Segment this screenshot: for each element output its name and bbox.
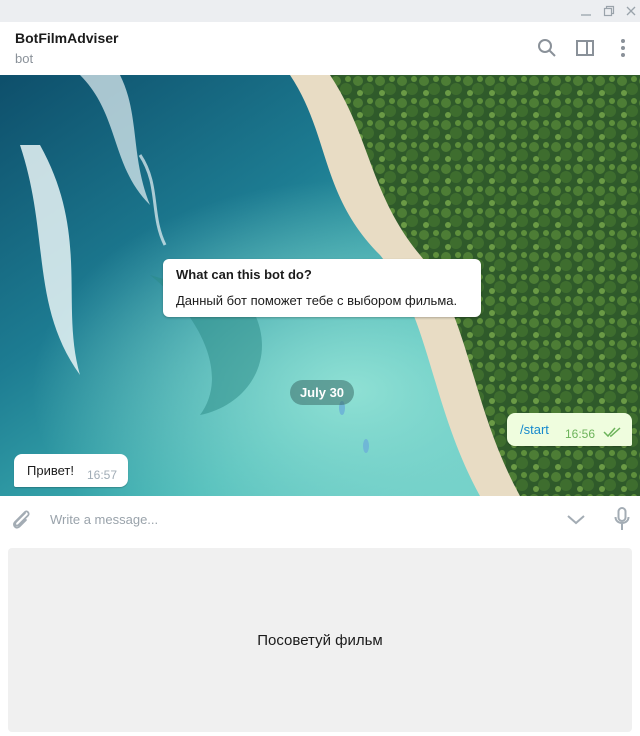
outgoing-message[interactable]: /start 16:56 xyxy=(507,413,632,446)
message-text[interactable]: Привет! xyxy=(27,463,74,478)
message-time: 16:57 xyxy=(87,468,118,482)
bot-description-title: What can this bot do? xyxy=(176,267,312,282)
chevron-down-icon[interactable] xyxy=(563,507,589,533)
paperclip-icon[interactable] xyxy=(8,506,34,532)
bot-description-text: Данный бот поможет тебе с выбором фильма… xyxy=(176,293,458,308)
microphone-icon[interactable] xyxy=(610,506,634,532)
incoming-message[interactable]: Привет! 16:57 xyxy=(14,454,128,487)
read-checkmarks-icon xyxy=(603,425,623,443)
chat-history[interactable]: What can this bot do? Данный бот поможет… xyxy=(0,75,640,496)
keyboard-button-recommend-film[interactable]: Посоветуй фильм xyxy=(8,548,632,732)
bot-description-card: What can this bot do? Данный бот поможет… xyxy=(163,259,481,317)
chat-status: bot xyxy=(15,51,34,66)
message-time: 16:56 xyxy=(565,427,596,441)
message-text[interactable]: /start xyxy=(520,422,549,437)
close-icon[interactable] xyxy=(622,2,640,20)
chat-title[interactable]: BotFilmAdviser xyxy=(15,30,118,46)
restore-icon[interactable] xyxy=(600,2,618,20)
search-icon[interactable] xyxy=(535,36,559,60)
sidebar-icon[interactable] xyxy=(573,36,597,60)
message-composer xyxy=(0,496,640,542)
message-input[interactable] xyxy=(50,506,540,532)
window-titlebar xyxy=(0,0,640,22)
bot-reply-keyboard: Посоветуй фильм xyxy=(0,542,640,736)
more-vertical-icon[interactable] xyxy=(611,36,635,60)
date-separator: July 30 xyxy=(290,380,354,405)
chat-header[interactable]: BotFilmAdviser bot xyxy=(0,22,640,76)
minimize-icon[interactable] xyxy=(577,2,595,20)
